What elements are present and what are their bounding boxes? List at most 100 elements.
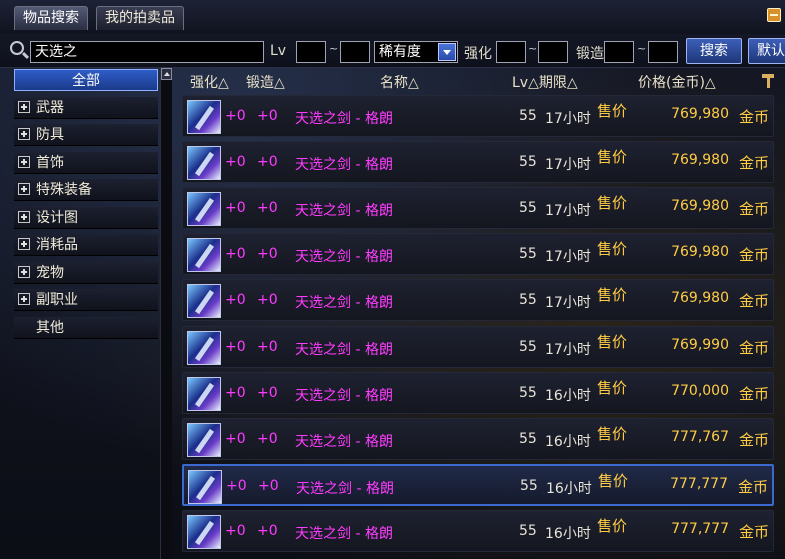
expand-plus-icon[interactable] [18, 266, 30, 278]
sword-item-icon[interactable] [187, 100, 221, 134]
lv-max-input[interactable] [340, 41, 370, 63]
table-row[interactable]: +0 +0 天选之剑 - 格朗 55 17小时 售价 769,980 金币 [182, 233, 774, 275]
sword-item-icon[interactable] [187, 515, 221, 549]
cell-currency: 金币 [738, 339, 769, 357]
expand-plus-icon[interactable] [18, 128, 30, 140]
category-label: 防具 [36, 127, 64, 143]
tab-bar: 物品搜索 我的拍卖品 [0, 0, 785, 34]
table-row[interactable]: +0 +0 天选之剑 - 格朗 55 17小时 售价 769,990 金币 [182, 326, 774, 368]
window-corner-icon[interactable] [767, 8, 781, 22]
table-row[interactable]: +0 +0 天选之剑 - 格朗 55 16小时 售价 777,767 金币 [182, 418, 774, 460]
cell-level: 55 [520, 478, 538, 494]
hammer-icon [762, 74, 774, 88]
cell-currency: 金币 [738, 431, 769, 449]
category-label: 首饰 [36, 155, 64, 171]
keyword-input[interactable]: 天选之 [30, 41, 264, 63]
sword-item-icon[interactable] [187, 146, 221, 180]
enhance-label: 强化 [464, 46, 492, 62]
column-enhance[interactable]: 强化△ [190, 72, 229, 92]
sale-label: 售价 [598, 472, 629, 490]
category-accessory[interactable]: 首饰 [14, 152, 158, 174]
default-button[interactable]: 默认 [748, 38, 785, 64]
expand-plus-icon[interactable] [18, 211, 30, 223]
enhance-max-input[interactable] [538, 41, 568, 63]
cell-currency: 金币 [738, 200, 769, 218]
rarity-select[interactable]: 稀有度 [374, 41, 458, 63]
tab-my-auctions[interactable]: 我的拍卖品 [96, 6, 184, 30]
sword-item-icon[interactable] [187, 377, 221, 411]
lv-min-input[interactable] [296, 41, 326, 63]
cell-forge: +0 [257, 108, 278, 124]
cell-period: 17小时 [545, 157, 591, 173]
cell-period: 17小时 [545, 249, 591, 265]
cell-price: 769,980 [671, 106, 729, 122]
table-row[interactable]: +0 +0 天选之剑 - 格朗 55 17小时 售价 769,980 金币 [182, 141, 774, 183]
cell-level: 55 [519, 246, 537, 262]
enhance-min-input[interactable] [496, 41, 526, 63]
category-label: 武器 [36, 100, 64, 116]
category-pet[interactable]: 宠物 [14, 262, 158, 284]
category-consumable[interactable]: 消耗品 [14, 234, 158, 256]
table-row[interactable]: +0 +0 天选之剑 - 格朗 55 17小时 售价 769,980 金币 [182, 279, 774, 321]
search-button[interactable]: 搜索 [686, 38, 742, 64]
category-scrollbar[interactable] [160, 68, 172, 559]
sword-item-icon[interactable] [187, 284, 221, 318]
cell-item-name: 天选之剑 - 格朗 [295, 295, 393, 311]
cell-forge: +0 [257, 246, 278, 262]
forge-max-input[interactable] [648, 41, 678, 63]
category-sub-profession[interactable]: 副职业 [14, 289, 158, 311]
sword-item-icon[interactable] [187, 192, 221, 226]
category-special-equipment[interactable]: 特殊装备 [14, 179, 158, 201]
table-header: 强化△ 锻造△ 名称△ Lv△期限△ 价格(金币)△ [178, 68, 785, 92]
sword-item-icon[interactable] [187, 331, 221, 365]
category-other[interactable]: 其他 [14, 317, 158, 339]
search-bar: 天选之 Lv ~ 稀有度 强化 ~ 锻造 ~ 搜索 默认 [0, 34, 785, 68]
table-row[interactable]: +0 +0 天选之剑 - 格朗 55 17小时 售价 769,980 金币 [182, 95, 774, 137]
cell-enhance: +0 [225, 200, 246, 216]
sword-item-icon[interactable] [188, 470, 222, 504]
expand-plus-icon[interactable] [18, 238, 30, 250]
cell-item-name: 天选之剑 - 格朗 [295, 249, 393, 265]
cell-item-name: 天选之剑 - 格朗 [295, 388, 393, 404]
expand-plus-icon[interactable] [18, 293, 30, 305]
cell-currency: 金币 [738, 246, 769, 264]
column-forge[interactable]: 锻造△ [246, 72, 285, 92]
cell-period: 17小时 [545, 111, 591, 127]
cell-period: 16小时 [545, 526, 591, 542]
table-row[interactable]: +0 +0 天选之剑 - 格朗 55 16小时 售价 770,000 金币 [182, 372, 774, 414]
category-armor[interactable]: 防具 [14, 124, 158, 146]
column-price[interactable]: 价格(金币)△ [638, 72, 716, 92]
tab-item-search[interactable]: 物品搜索 [14, 6, 88, 30]
cell-forge: +0 [258, 478, 279, 494]
sword-item-icon[interactable] [187, 238, 221, 272]
sale-label: 售价 [597, 148, 628, 166]
cell-level: 55 [519, 154, 537, 170]
forge-label: 锻造 [576, 46, 604, 62]
sword-item-icon[interactable] [187, 423, 221, 457]
cell-item-name: 天选之剑 - 格朗 [295, 157, 393, 173]
chevron-down-icon[interactable] [438, 43, 456, 61]
cell-item-name: 天选之剑 - 格朗 [295, 434, 393, 450]
forge-min-input[interactable] [604, 41, 634, 63]
cell-period: 16小时 [545, 434, 591, 450]
rarity-select-value: 稀有度 [379, 44, 421, 60]
cell-forge: +0 [257, 200, 278, 216]
cell-level: 55 [519, 339, 537, 355]
enhance-range-tilde: ~ [528, 42, 538, 55]
cell-enhance: +0 [225, 339, 246, 355]
expand-plus-icon[interactable] [18, 101, 30, 113]
category-blueprint[interactable]: 设计图 [14, 207, 158, 229]
table-row[interactable]: +0 +0 天选之剑 - 格朗 55 16小时 售价 777,777 金币 [182, 510, 774, 552]
column-name[interactable]: 名称△ [380, 72, 419, 92]
column-lv-period[interactable]: Lv△期限△ [512, 72, 578, 92]
table-row[interactable]: +0 +0 天选之剑 - 格朗 55 17小时 售价 769,980 金币 [182, 187, 774, 229]
category-all[interactable]: 全部 [14, 69, 158, 91]
table-row[interactable]: +0 +0 天选之剑 - 格朗 55 16小时 售价 777,777 金币 [182, 464, 774, 506]
expand-plus-icon[interactable] [18, 156, 30, 168]
category-weapon[interactable]: 武器 [14, 97, 158, 119]
category-label: 全部 [72, 73, 100, 89]
expand-plus-icon[interactable] [18, 183, 30, 195]
cell-enhance: +0 [225, 431, 246, 447]
scroll-up-icon[interactable] [161, 68, 172, 80]
cell-currency: 金币 [738, 385, 769, 403]
